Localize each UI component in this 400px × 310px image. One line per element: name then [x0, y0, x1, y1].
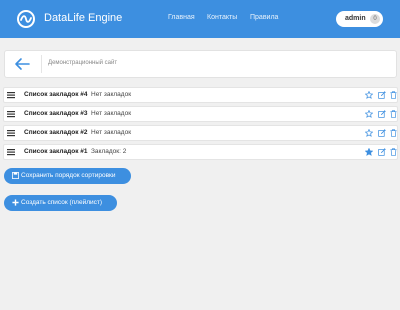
- list-count: Закладок: 2: [91, 148, 127, 155]
- site-title[interactable]: DataLife Engine: [44, 12, 122, 24]
- trash-icon[interactable]: [390, 148, 397, 156]
- star-outline-icon[interactable]: [365, 129, 373, 137]
- drag-handle-icon[interactable]: [7, 110, 15, 118]
- save-order-label: Сохранить порядок сортировки: [21, 172, 116, 179]
- edit-icon[interactable]: [378, 129, 386, 137]
- save-icon: [12, 172, 19, 179]
- list-title[interactable]: Список закладок #3: [24, 110, 87, 117]
- star-outline-icon[interactable]: [365, 91, 373, 99]
- drag-handle-icon[interactable]: [7, 148, 15, 156]
- bookmark-list-row[interactable]: Список закладок #4 Нет закладок: [3, 87, 398, 103]
- topbar-divider: [41, 55, 42, 73]
- save-order-button[interactable]: Сохранить порядок сортировки: [4, 168, 131, 184]
- list-title[interactable]: Список закладок #1: [24, 148, 87, 155]
- plus-icon: [12, 199, 19, 206]
- back-arrow-icon[interactable]: [13, 57, 31, 71]
- create-list-label: Создать список (плейлист): [21, 199, 103, 206]
- nav-home-link[interactable]: Главная: [168, 14, 195, 21]
- edit-icon[interactable]: [378, 148, 386, 156]
- list-count: Нет закладок: [91, 129, 132, 136]
- nav-rules-link[interactable]: Правила: [250, 14, 278, 21]
- logo-icon[interactable]: [16, 9, 36, 29]
- user-menu-button[interactable]: admin 0: [336, 11, 383, 27]
- drag-handle-icon[interactable]: [7, 91, 15, 99]
- create-list-button[interactable]: Создать список (плейлист): [4, 195, 117, 211]
- notification-badge: 0: [370, 14, 380, 24]
- page-topbar: Демонстрационный сайт: [4, 50, 397, 78]
- trash-icon[interactable]: [390, 129, 397, 137]
- star-outline-icon[interactable]: [365, 110, 373, 118]
- drag-handle-icon[interactable]: [7, 129, 15, 137]
- trash-icon[interactable]: [390, 91, 397, 99]
- edit-icon[interactable]: [378, 110, 386, 118]
- trash-icon[interactable]: [390, 110, 397, 118]
- list-count: Нет закладок: [91, 91, 132, 98]
- user-name: admin: [345, 15, 366, 22]
- star-filled-icon[interactable]: [365, 148, 373, 156]
- edit-icon[interactable]: [378, 91, 386, 99]
- list-title[interactable]: Список закладок #4: [24, 91, 87, 98]
- site-header: DataLife Engine Главная Контакты Правила…: [0, 0, 400, 38]
- list-count: Нет закладок: [91, 110, 132, 117]
- bookmark-list-row[interactable]: Список закладок #3 Нет закладок: [3, 106, 398, 122]
- list-title[interactable]: Список закладок #2: [24, 129, 87, 136]
- nav-contacts-link[interactable]: Контакты: [207, 14, 237, 21]
- bookmark-list-row[interactable]: Список закладок #1 Закладок: 2: [3, 144, 398, 160]
- bookmark-list-row[interactable]: Список закладок #2 Нет закладок: [3, 125, 398, 141]
- breadcrumb[interactable]: Демонстрационный сайт: [48, 60, 117, 66]
